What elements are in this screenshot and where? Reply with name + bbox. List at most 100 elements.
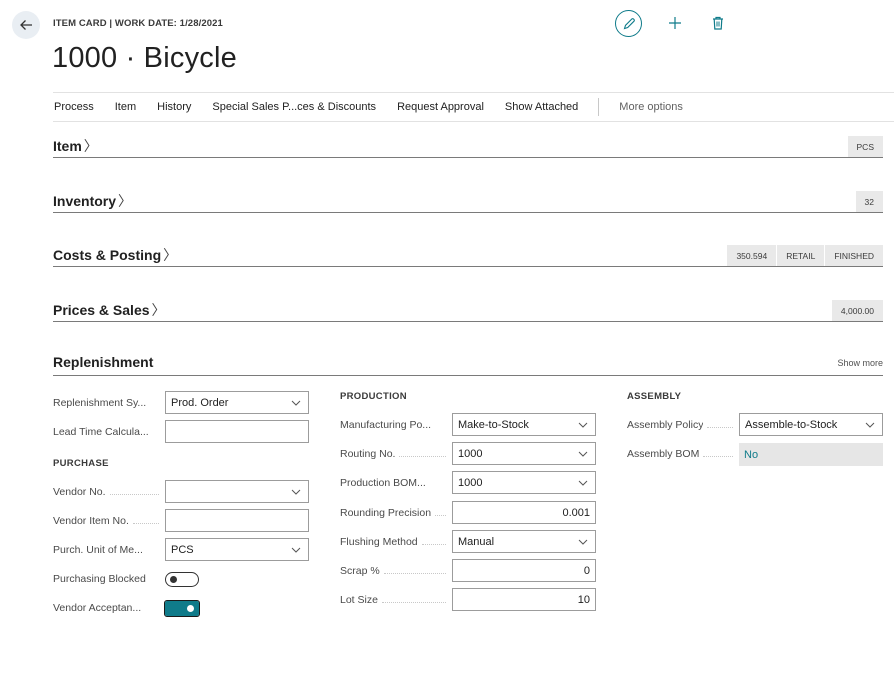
purchasing-blocked-toggle[interactable] xyxy=(165,572,199,587)
vendor-no-select[interactable] xyxy=(165,480,309,503)
rounding-precision-input[interactable]: 0.001 xyxy=(452,501,596,524)
assembly-heading: ASSEMBLY xyxy=(627,391,682,402)
section-costs-posting: Costs & Posting 〉 350.594 RETAIL FINISHED xyxy=(53,245,883,267)
section-inventory-header[interactable]: Inventory 〉 xyxy=(53,191,132,211)
assembly-policy-value: Assemble-to-Stock xyxy=(745,418,838,431)
section-costs-title: Costs & Posting xyxy=(53,247,162,263)
page-caption: ITEM CARD | WORK DATE: 1/28/2021 xyxy=(53,18,223,29)
label-routing-no: Routing No. xyxy=(340,448,396,460)
action-request-approval[interactable]: Request Approval xyxy=(397,101,484,113)
new-button[interactable] xyxy=(664,12,686,34)
production-bom-select[interactable]: 1000 xyxy=(452,471,596,494)
action-separator xyxy=(598,98,600,116)
manufacturing-policy-select[interactable]: Make-to-Stock xyxy=(452,413,596,436)
section-item-header[interactable]: Item 〉 xyxy=(53,136,98,156)
section-replenishment-title: Replenishment xyxy=(53,354,154,370)
rounding-precision-value: 0.001 xyxy=(562,506,590,519)
replenishment-system-value: Prod. Order xyxy=(171,396,229,409)
back-arrow-icon xyxy=(20,20,32,30)
lead-time-input[interactable] xyxy=(165,420,309,443)
lot-size-value: 10 xyxy=(577,593,590,606)
section-inventory: Inventory 〉 32 xyxy=(53,191,883,213)
row-manufacturing-policy: Manufacturing Po... xyxy=(340,414,450,436)
row-vendor-item-no: Vendor Item No. xyxy=(53,510,163,532)
page-title: 1000 · Bicycle xyxy=(52,42,237,74)
row-flushing-method: Flushing Method xyxy=(340,531,450,553)
row-replenishment-system: Replenishment Sy... xyxy=(53,392,163,414)
action-more-options[interactable]: More options xyxy=(619,101,683,113)
chevron-down-icon xyxy=(578,422,588,428)
section-prices-header[interactable]: Prices & Sales 〉 xyxy=(53,300,166,320)
production-heading: PRODUCTION xyxy=(340,391,407,402)
section-costs-badge-inventory-posting: FINISHED xyxy=(824,245,883,266)
row-production-bom: Production BOM... xyxy=(340,472,450,494)
label-production-bom: Production BOM... xyxy=(340,477,426,489)
row-rounding-precision: Rounding Precision xyxy=(340,502,450,524)
row-vendor-acceptance: Vendor Acceptan... xyxy=(53,597,163,619)
row-assembly-bom: Assembly BOM xyxy=(627,443,737,465)
action-special-sales-prices[interactable]: Special Sales P...ces & Discounts xyxy=(212,101,376,113)
row-purchasing-blocked: Purchasing Blocked xyxy=(53,568,163,590)
section-prices-badge-unit-price: 4,000.00 xyxy=(830,300,883,321)
purch-uom-select[interactable]: PCS xyxy=(165,538,309,561)
purchase-heading: PURCHASE xyxy=(53,458,109,469)
label-flushing-method: Flushing Method xyxy=(340,536,418,548)
label-assembly-policy: Assembly Policy xyxy=(627,419,704,431)
section-item-badge-uom: PCS xyxy=(846,136,883,157)
replenishment-system-select[interactable]: Prod. Order xyxy=(165,391,309,414)
section-inventory-title: Inventory xyxy=(53,193,117,209)
action-item[interactable]: Item xyxy=(115,101,136,113)
label-lead-time: Lead Time Calcula... xyxy=(53,426,149,438)
chevron-right-icon: 〉 xyxy=(118,193,133,209)
row-lead-time: Lead Time Calcula... xyxy=(53,421,163,443)
purch-uom-value: PCS xyxy=(171,543,194,556)
production-bom-value: 1000 xyxy=(458,476,483,489)
routing-no-select[interactable]: 1000 xyxy=(452,442,596,465)
section-costs-badge-gen-prod-posting: RETAIL xyxy=(776,245,825,266)
section-costs-header[interactable]: Costs & Posting 〉 xyxy=(53,245,177,265)
section-prices-sales: Prices & Sales 〉 4,000.00 xyxy=(53,300,883,322)
action-process[interactable]: Process xyxy=(54,101,94,113)
flushing-method-select[interactable]: Manual xyxy=(452,530,596,553)
row-vendor-no: Vendor No. xyxy=(53,481,163,503)
label-vendor-item-no: Vendor Item No. xyxy=(53,515,129,527)
row-lot-size: Lot Size xyxy=(340,589,450,611)
back-button[interactable] xyxy=(12,11,40,39)
label-lot-size: Lot Size xyxy=(340,594,378,606)
action-show-attached[interactable]: Show Attached xyxy=(505,101,578,113)
scrap-input[interactable]: 0 xyxy=(452,559,596,582)
label-vendor-acceptance: Vendor Acceptan... xyxy=(53,602,142,614)
chevron-down-icon xyxy=(865,422,875,428)
vendor-acceptance-toggle[interactable] xyxy=(164,600,200,617)
pencil-icon xyxy=(623,17,635,29)
manufacturing-policy-value: Make-to-Stock xyxy=(458,418,529,431)
chevron-down-icon xyxy=(578,451,588,457)
section-inventory-badge-qty: 32 xyxy=(854,191,883,212)
label-purch-uom: Purch. Unit of Me... xyxy=(53,544,143,556)
row-purch-uom: Purch. Unit of Me... xyxy=(53,539,163,561)
label-manufacturing-policy: Manufacturing Po... xyxy=(340,419,432,431)
show-more-link[interactable]: Show more xyxy=(837,358,883,368)
vendor-item-no-input[interactable] xyxy=(165,509,309,532)
assembly-bom-value-field[interactable]: No xyxy=(739,443,883,466)
flushing-method-value: Manual xyxy=(458,535,495,548)
edit-button[interactable] xyxy=(615,10,642,37)
row-routing-no: Routing No. xyxy=(340,443,450,465)
chevron-down-icon xyxy=(578,480,588,486)
chevron-down-icon xyxy=(291,489,301,495)
chevron-right-icon: 〉 xyxy=(151,302,166,318)
section-prices-title: Prices & Sales xyxy=(53,302,150,318)
chevron-right-icon: 〉 xyxy=(83,138,98,154)
section-item-title: Item xyxy=(53,138,82,154)
routing-no-value: 1000 xyxy=(458,447,483,460)
section-item: Item 〉 PCS xyxy=(53,136,883,158)
chevron-down-icon xyxy=(291,547,301,553)
action-history[interactable]: History xyxy=(157,101,191,113)
row-assembly-policy: Assembly Policy xyxy=(627,414,737,436)
lot-size-input[interactable]: 10 xyxy=(452,588,596,611)
label-rounding-precision: Rounding Precision xyxy=(340,507,432,519)
delete-button[interactable] xyxy=(709,13,727,33)
row-scrap: Scrap % xyxy=(340,560,450,582)
plus-icon xyxy=(669,17,681,29)
assembly-policy-select[interactable]: Assemble-to-Stock xyxy=(739,413,883,436)
